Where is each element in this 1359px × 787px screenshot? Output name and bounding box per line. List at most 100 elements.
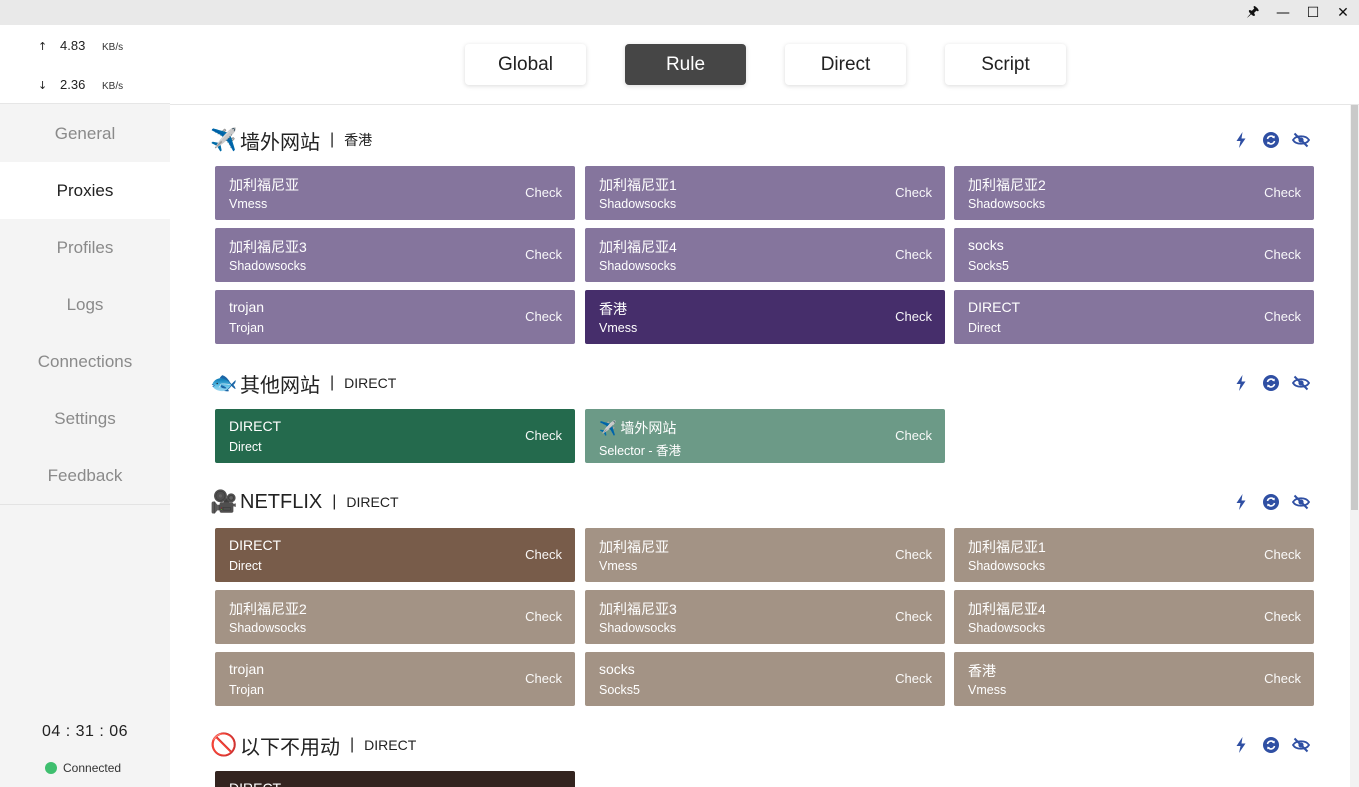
lightning-icon[interactable]: [1232, 736, 1250, 754]
check-latency-button[interactable]: Check: [895, 609, 932, 624]
sidebar-item-connections[interactable]: Connections: [0, 333, 170, 390]
sidebar-item-feedback[interactable]: Feedback: [0, 447, 170, 504]
check-latency-button[interactable]: Check: [1264, 247, 1301, 262]
check-latency-button[interactable]: Check: [525, 428, 562, 443]
divider: [0, 504, 170, 505]
proxy-type: Shadowsocks: [968, 559, 1046, 573]
check-latency-button[interactable]: Check: [525, 547, 562, 562]
proxy-card[interactable]: 加利福尼亚 Vmess Check: [215, 166, 575, 220]
check-latency-button[interactable]: Check: [1264, 309, 1301, 324]
proxy-card[interactable]: 香港 Vmess Check: [954, 652, 1314, 706]
eye-slash-icon[interactable]: [1292, 493, 1310, 511]
title-bar: 🖈 — ☐ ✕: [0, 0, 1359, 25]
proxy-name: trojan: [229, 661, 265, 677]
check-latency-button[interactable]: Check: [895, 309, 932, 324]
proxy-type: Direct: [229, 440, 262, 454]
proxy-type: Shadowsocks: [229, 621, 307, 635]
group-header[interactable]: 🐟 其他网站 | DIRECT: [210, 368, 396, 398]
minimize-button[interactable]: —: [1273, 3, 1293, 23]
proxy-card[interactable]: 加利福尼亚4 Shadowsocks Check: [954, 590, 1314, 644]
proxy-card[interactable]: 加利福尼亚1 Shadowsocks Check: [954, 528, 1314, 582]
proxy-card[interactable]: 加利福尼亚3 Shadowsocks Check: [585, 590, 945, 644]
sidebar-item-proxies[interactable]: Proxies: [0, 162, 170, 219]
scrollbar-thumb[interactable]: [1351, 105, 1358, 510]
check-latency-button[interactable]: Check: [895, 185, 932, 200]
sidebar-item-profiles[interactable]: Profiles: [0, 219, 170, 276]
proxy-type: Trojan: [229, 321, 264, 335]
proxy-card[interactable]: DIRECT Direct Check: [954, 290, 1314, 344]
refresh-icon[interactable]: [1262, 374, 1280, 392]
check-latency-button[interactable]: Check: [525, 247, 562, 262]
sidebar-item-general[interactable]: General: [0, 105, 170, 162]
proxy-card[interactable]: 加利福尼亚1 Shadowsocks Check: [585, 166, 945, 220]
mode-rule-button[interactable]: Rule: [625, 44, 746, 85]
proxy-card-selected[interactable]: 香港 Vmess Check: [585, 290, 945, 344]
lightning-icon[interactable]: [1232, 493, 1250, 511]
proxy-card[interactable]: trojan Trojan Check: [215, 290, 575, 344]
upload-speed: ↑ 4.83 KB/s: [38, 38, 123, 53]
group-header[interactable]: 🎥 NETFLIX | DIRECT: [210, 487, 399, 517]
eye-slash-icon[interactable]: [1292, 131, 1310, 149]
group-header[interactable]: ✈️ 墙外网站 | 香港: [210, 125, 372, 155]
proxy-card[interactable]: trojan Trojan Check: [215, 652, 575, 706]
sidebar-item-logs[interactable]: Logs: [0, 276, 170, 333]
proxy-card[interactable]: 加利福尼亚2 Shadowsocks Check: [954, 166, 1314, 220]
proxy-name: DIRECT: [229, 537, 282, 553]
proxy-name: 加利福尼亚: [229, 177, 299, 193]
check-latency-button[interactable]: Check: [1264, 185, 1301, 200]
group-name: 以下不用动: [240, 736, 340, 759]
mode-direct-button[interactable]: Direct: [785, 44, 906, 85]
check-latency-button[interactable]: Check: [895, 547, 932, 562]
proxy-card[interactable]: 加利福尼亚4 Shadowsocks Check: [585, 228, 945, 282]
proxy-card[interactable]: socks Socks5 Check: [954, 228, 1314, 282]
group-name: NETFLIX: [240, 490, 323, 513]
sidebar-item-settings[interactable]: Settings: [0, 390, 170, 447]
check-latency-button[interactable]: Check: [525, 309, 562, 324]
sidebar: ↑ 4.83 KB/s ↓ 2.36 KB/s General Proxies …: [0, 25, 170, 787]
proxy-type: Vmess: [599, 559, 638, 573]
mode-script-button[interactable]: Script: [945, 44, 1066, 85]
check-latency-button[interactable]: Check: [525, 671, 562, 686]
proxy-card-selected[interactable]: DIRECTDirectCheck: [215, 771, 575, 787]
proxy-name: 加利福尼亚4: [599, 239, 677, 255]
group-actions: [1232, 736, 1310, 754]
traffic-monitor: ↑ 4.83 KB/s ↓ 2.36 KB/s: [0, 25, 170, 104]
proxy-card[interactable]: socks Socks5 Check: [585, 652, 945, 706]
check-latency-button[interactable]: Check: [525, 609, 562, 624]
check-latency-button[interactable]: Check: [1264, 609, 1301, 624]
proxy-card[interactable]: ✈️ 墙外网站 Selector - 香港 Check: [585, 409, 945, 463]
proxy-card[interactable]: 加利福尼亚3 Shadowsocks Check: [215, 228, 575, 282]
lightning-icon[interactable]: [1232, 374, 1250, 392]
mode-switcher: Global Rule Direct Script: [170, 25, 1359, 105]
refresh-icon[interactable]: [1262, 131, 1280, 149]
eye-slash-icon[interactable]: [1292, 374, 1310, 392]
proxy-name: socks: [968, 237, 1004, 253]
proxy-groups-panel: ✈️ 墙外网站 | 香港 加利福尼亚 Vmess Check 加利福尼亚1 Shadowsock…: [170, 105, 1350, 787]
close-button[interactable]: ✕: [1333, 3, 1353, 23]
upload-unit: KB/s: [102, 42, 124, 53]
proxy-name: 加利福尼亚3: [229, 239, 307, 255]
eye-slash-icon[interactable]: [1292, 736, 1310, 754]
refresh-icon[interactable]: [1262, 493, 1280, 511]
proxy-card[interactable]: 加利福尼亚2 Shadowsocks Check: [215, 590, 575, 644]
refresh-icon[interactable]: [1262, 736, 1280, 754]
proxy-name: 加利福尼亚3: [599, 601, 677, 617]
check-latency-button[interactable]: Check: [525, 185, 562, 200]
pin-icon[interactable]: 🖈: [1243, 3, 1263, 23]
group-header[interactable]: 🚫 以下不用动 | DIRECT: [210, 730, 416, 760]
check-latency-button[interactable]: Check: [895, 671, 932, 686]
check-latency-button[interactable]: Check: [1264, 547, 1301, 562]
maximize-button[interactable]: ☐: [1303, 3, 1323, 23]
lightning-icon[interactable]: [1232, 131, 1250, 149]
proxy-type: Socks5: [599, 683, 640, 697]
check-latency-button[interactable]: Check: [1264, 671, 1301, 686]
proxy-name: 加利福尼亚4: [968, 601, 1046, 617]
check-latency-button[interactable]: Check: [895, 428, 932, 443]
proxy-card[interactable]: 加利福尼亚 Vmess Check: [585, 528, 945, 582]
fish-icon: 🐟: [210, 370, 238, 396]
proxy-card-selected[interactable]: DIRECTDirectCheck: [215, 409, 575, 463]
airplane-icon: ✈️: [210, 127, 238, 153]
proxy-card-selected[interactable]: DIRECTDirectCheck: [215, 528, 575, 582]
mode-global-button[interactable]: Global: [465, 44, 586, 85]
check-latency-button[interactable]: Check: [895, 247, 932, 262]
